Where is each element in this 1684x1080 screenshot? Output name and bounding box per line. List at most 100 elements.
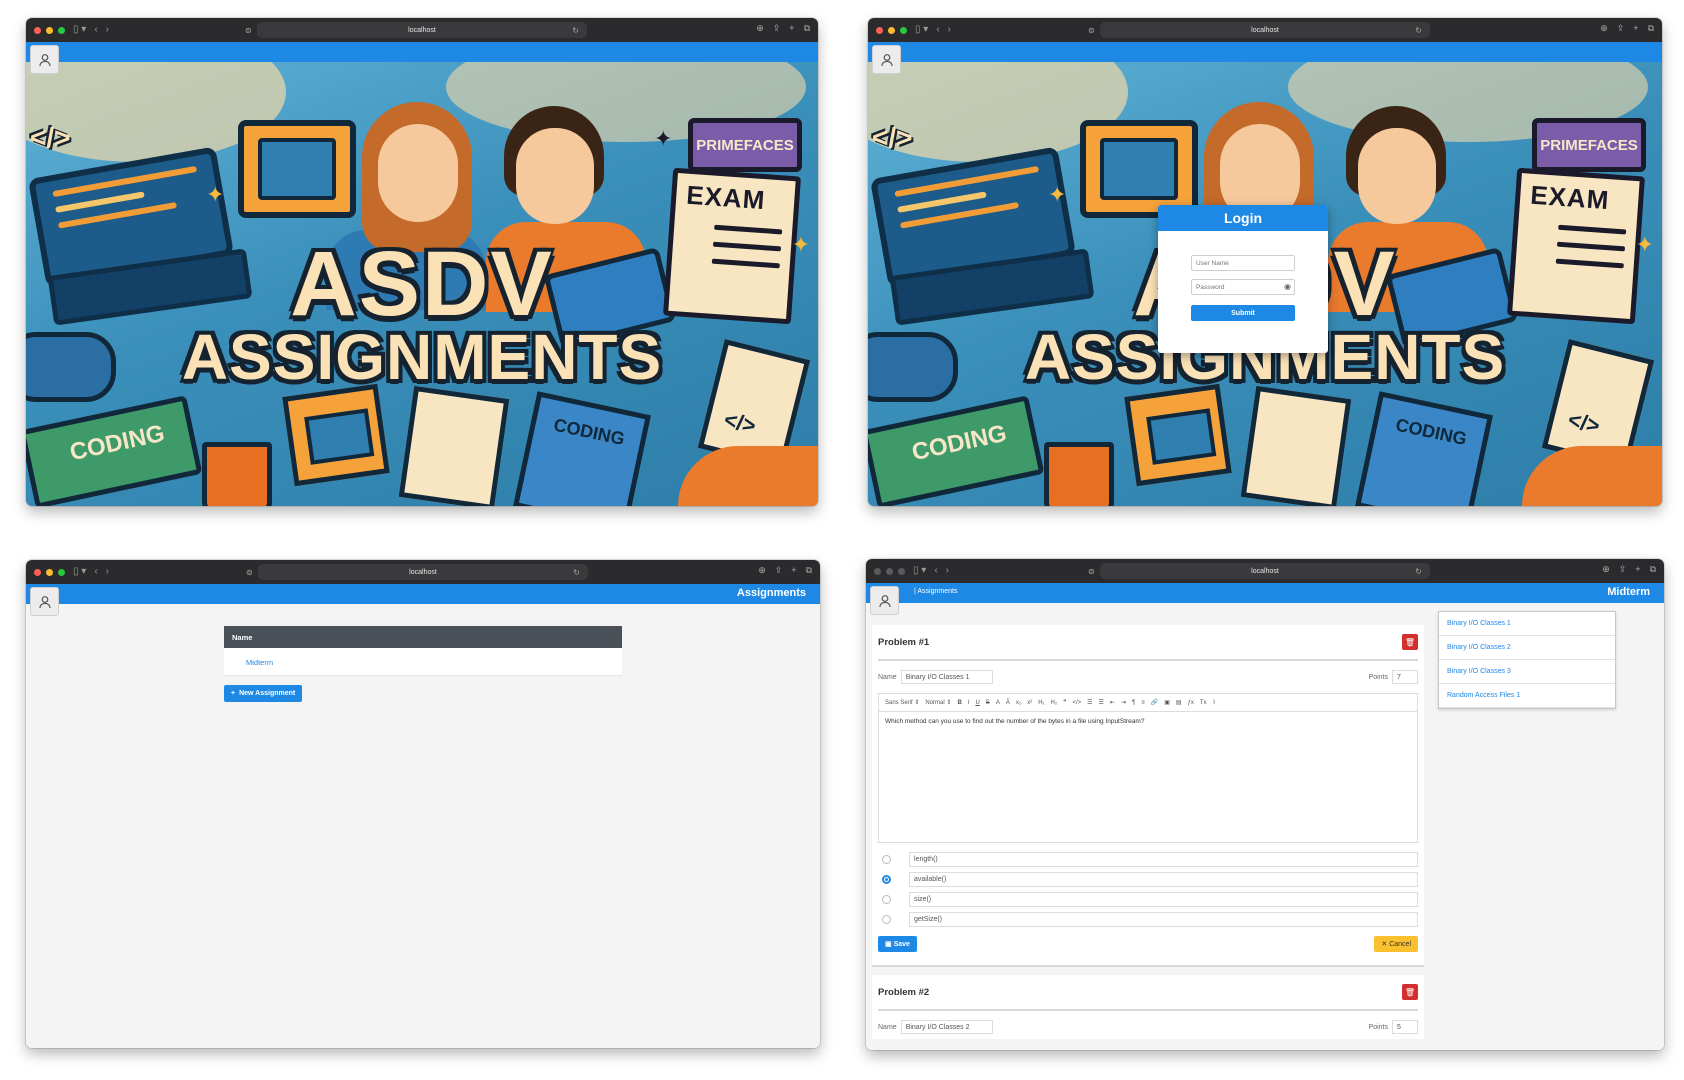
heading1-icon[interactable]: H₁ bbox=[1038, 700, 1044, 706]
forward-icon[interactable]: › bbox=[948, 25, 951, 35]
back-icon[interactable]: ‹ bbox=[934, 566, 937, 576]
new-tab-icon[interactable]: + bbox=[1633, 23, 1638, 34]
tab-overview-icon[interactable]: ⧉ bbox=[1648, 23, 1654, 34]
user-menu-button[interactable] bbox=[872, 45, 901, 74]
downloads-icon[interactable]: ⊕ bbox=[1600, 23, 1608, 34]
code-icon[interactable]: </> bbox=[1072, 700, 1081, 706]
downloads-icon[interactable]: ⊕ bbox=[758, 565, 766, 576]
new-assignment-button[interactable]: + New Assignment bbox=[224, 685, 303, 702]
outdent-icon[interactable]: ⇤ bbox=[1110, 699, 1115, 706]
points-input[interactable]: 7 bbox=[1392, 670, 1418, 684]
delete-problem-button[interactable]: 🗑 bbox=[1402, 634, 1418, 650]
zoom-window-button[interactable] bbox=[58, 26, 65, 34]
delete-problem-button[interactable]: 🗑 bbox=[1402, 984, 1418, 1000]
page-settings-icon[interactable]: ⊜ bbox=[246, 568, 253, 577]
highlight-icon[interactable]: Ā bbox=[1006, 700, 1010, 706]
problem-nav-item[interactable]: Random Access Files 1 bbox=[1439, 684, 1615, 708]
answer-input[interactable]: length() bbox=[909, 851, 1418, 867]
bold-icon[interactable]: B bbox=[957, 700, 961, 706]
blockquote-icon[interactable]: ❞ bbox=[1063, 699, 1066, 706]
text-color-icon[interactable]: A bbox=[996, 700, 1000, 706]
sidebar-toggle-icon[interactable]: ▯ ▾ bbox=[73, 567, 86, 577]
sidebar-toggle-icon[interactable]: ▯ ▾ bbox=[913, 566, 926, 576]
share-icon[interactable]: ⇪ bbox=[775, 565, 783, 576]
answer-input[interactable]: available() bbox=[909, 871, 1418, 887]
font-size-select[interactable]: Normal ⇕ bbox=[925, 699, 951, 706]
back-icon[interactable]: ‹ bbox=[94, 567, 97, 577]
problem-nav-item[interactable]: Binary I/O Classes 2 bbox=[1439, 636, 1615, 660]
reload-icon[interactable]: ↻ bbox=[1415, 567, 1422, 576]
problem-nav-item[interactable]: Binary I/O Classes 1 bbox=[1439, 612, 1615, 636]
password-input[interactable] bbox=[1191, 279, 1295, 295]
indent-icon[interactable]: ⇥ bbox=[1121, 699, 1126, 706]
user-menu-button[interactable] bbox=[30, 45, 59, 74]
italic-icon[interactable]: I bbox=[968, 700, 970, 706]
minimize-window-button[interactable] bbox=[46, 26, 53, 34]
question-text[interactable]: Which method can you use to find out the… bbox=[879, 712, 1417, 842]
minimize-window-button[interactable] bbox=[46, 568, 53, 576]
image-icon[interactable]: ▣ bbox=[1164, 699, 1170, 706]
reload-icon[interactable]: ↻ bbox=[1415, 26, 1422, 35]
bullet-list-icon[interactable]: ☰ bbox=[1099, 699, 1104, 706]
reload-icon[interactable]: ↻ bbox=[572, 26, 579, 35]
points-input[interactable]: 5 bbox=[1392, 1020, 1418, 1034]
sidebar-toggle-icon[interactable]: ▯ ▾ bbox=[915, 25, 928, 35]
table-row[interactable]: Midterm bbox=[224, 648, 622, 676]
address-bar[interactable]: ⊜ localhost ↻ bbox=[1088, 563, 1430, 579]
downloads-icon[interactable]: ⊕ bbox=[756, 23, 764, 34]
share-icon[interactable]: ⇪ bbox=[1619, 564, 1627, 575]
user-menu-button[interactable] bbox=[30, 587, 59, 616]
submit-button[interactable]: Submit bbox=[1191, 305, 1295, 321]
answer-radio[interactable] bbox=[882, 854, 891, 864]
underline-icon[interactable]: U bbox=[975, 700, 979, 706]
assignment-link[interactable]: Midterm bbox=[246, 658, 273, 667]
heading2-icon[interactable]: H₂ bbox=[1051, 700, 1058, 706]
problem-name-input[interactable]: Binary I/O Classes 1 bbox=[900, 670, 993, 684]
close-window-button[interactable] bbox=[34, 568, 41, 576]
formula-icon[interactable]: ƒx bbox=[1188, 700, 1194, 706]
tab-overview-icon[interactable]: ⧉ bbox=[1650, 564, 1656, 575]
address-bar[interactable]: ⊜ localhost ↻ bbox=[245, 22, 587, 38]
page-settings-icon[interactable]: ⊜ bbox=[245, 26, 252, 35]
share-icon[interactable]: ⇪ bbox=[773, 23, 781, 34]
problem-nav-item[interactable]: Binary I/O Classes 3 bbox=[1439, 660, 1615, 684]
downloads-icon[interactable]: ⊕ bbox=[1602, 564, 1610, 575]
tab-overview-icon[interactable]: ⧉ bbox=[806, 565, 812, 576]
back-icon[interactable]: ‹ bbox=[94, 25, 97, 35]
strikethrough-icon[interactable]: S bbox=[986, 700, 990, 706]
zoom-window-button[interactable] bbox=[898, 567, 905, 575]
answer-input[interactable]: size() bbox=[909, 891, 1418, 907]
share-icon[interactable]: ⇪ bbox=[1617, 23, 1625, 34]
column-header-name[interactable]: Name bbox=[224, 626, 622, 648]
save-button[interactable]: ▣ Save bbox=[878, 936, 917, 952]
font-family-select[interactable]: Sans Serif ⇕ bbox=[885, 699, 919, 706]
forward-icon[interactable]: › bbox=[946, 566, 949, 576]
new-tab-icon[interactable]: + bbox=[789, 23, 794, 34]
forward-icon[interactable]: › bbox=[106, 25, 109, 35]
video-icon[interactable]: ▤ bbox=[1176, 699, 1182, 706]
answer-input[interactable]: getSize() bbox=[909, 911, 1418, 927]
zoom-window-button[interactable] bbox=[58, 568, 65, 576]
breadcrumb-assignments[interactable]: | Assignments bbox=[914, 588, 957, 595]
address-bar[interactable]: ⊜ localhost ↻ bbox=[246, 564, 588, 580]
close-window-button[interactable] bbox=[874, 567, 881, 575]
close-window-button[interactable] bbox=[876, 26, 883, 34]
new-tab-icon[interactable]: + bbox=[1635, 564, 1640, 575]
answer-radio[interactable] bbox=[882, 914, 891, 924]
answer-radio-selected[interactable] bbox=[882, 874, 891, 884]
show-password-eye-icon[interactable]: ◉ bbox=[1284, 282, 1291, 291]
forward-icon[interactable]: › bbox=[106, 567, 109, 577]
superscript-icon[interactable]: x² bbox=[1027, 700, 1032, 706]
minimize-window-button[interactable] bbox=[888, 26, 895, 34]
text-direction-icon[interactable]: ¶ bbox=[1132, 700, 1135, 706]
subscript-icon[interactable]: x₂ bbox=[1016, 700, 1021, 706]
problem-name-input[interactable]: Binary I/O Classes 2 bbox=[900, 1020, 993, 1034]
page-settings-icon[interactable]: ⊜ bbox=[1088, 567, 1095, 576]
tab-overview-icon[interactable]: ⧉ bbox=[804, 23, 810, 34]
username-input[interactable] bbox=[1191, 255, 1295, 271]
sidebar-toggle-icon[interactable]: ▯ ▾ bbox=[73, 25, 86, 35]
cancel-button[interactable]: ✕ Cancel bbox=[1374, 936, 1418, 952]
attachment-icon[interactable]: ⌇ bbox=[1213, 699, 1216, 706]
answer-radio[interactable] bbox=[882, 894, 891, 904]
page-settings-icon[interactable]: ⊜ bbox=[1088, 26, 1095, 35]
